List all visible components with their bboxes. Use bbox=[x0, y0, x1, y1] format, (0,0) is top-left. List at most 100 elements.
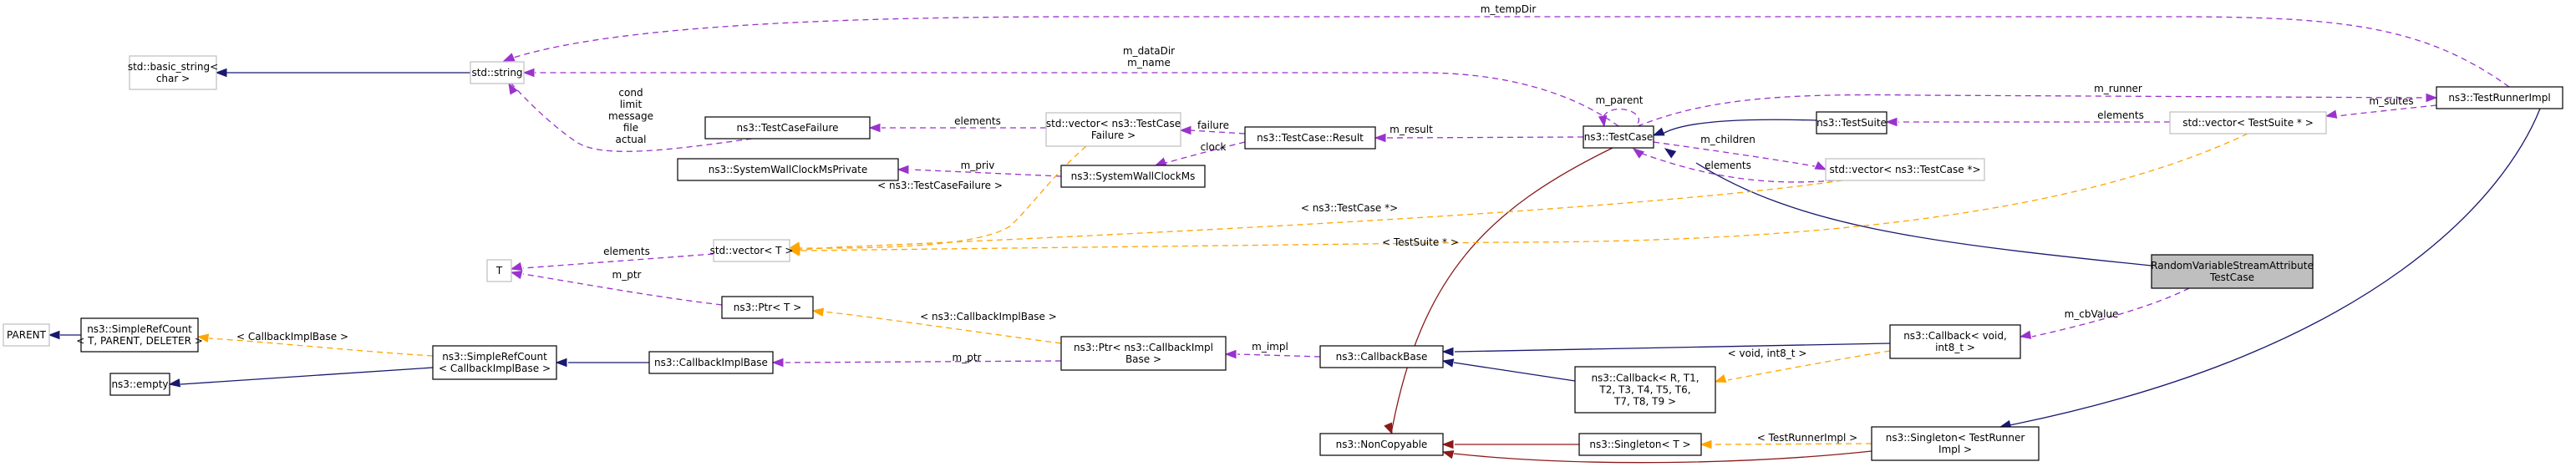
m-ptr-cib-edge bbox=[771, 358, 1062, 368]
arrowhead bbox=[168, 378, 181, 388]
class-node-ptr-t[interactable]: ns3::Ptr< T > bbox=[721, 296, 814, 319]
edge-line bbox=[180, 367, 434, 385]
edge-label-tmpl-tcf: < ns3::TestCaseFailure > bbox=[877, 180, 1003, 191]
class-node-vec-t[interactable]: std::vector< T > bbox=[710, 239, 794, 262]
class-node-testrunnerimpl[interactable]: ns3::TestRunnerImpl bbox=[2436, 86, 2563, 109]
arrowhead bbox=[1154, 157, 1167, 166]
edge-label-m-ptr-cib: m_ptr bbox=[953, 352, 982, 363]
arrowhead bbox=[522, 68, 535, 78]
edge-label-text: m_impl bbox=[1252, 341, 1288, 353]
m-parent-edge bbox=[1598, 108, 1640, 128]
class-node-result[interactable]: ns3::TestCase::Result bbox=[1244, 126, 1376, 150]
class-node-testsuite[interactable]: ns3::TestSuite bbox=[1816, 111, 1888, 134]
edge-label-m-suites: m_suites bbox=[2369, 95, 2413, 107]
edge-label-text: < TestSuite * > bbox=[1382, 236, 1459, 248]
class-node-t[interactable]: T bbox=[486, 259, 512, 282]
class-node-vec-tc[interactable]: std::vector< ns3::TestCase *> bbox=[1825, 158, 1985, 181]
arrowhead bbox=[2324, 109, 2338, 119]
class-node-basic-string[interactable]: std::basic_string<char > bbox=[128, 55, 218, 90]
class-node-syswallclock[interactable]: ns3::SystemWallClockMs bbox=[1060, 165, 1206, 188]
edge-line bbox=[1602, 108, 1640, 127]
class-node-simplerefcount-t[interactable]: ns3::SimpleRefCount< T, PARENT, DELETER … bbox=[76, 317, 203, 353]
class-node-testcasefailure[interactable]: ns3::TestCaseFailure bbox=[704, 116, 871, 140]
edge-label-tmpl-cib-src: < CallbackImplBase > bbox=[236, 331, 348, 343]
node-label: ns3::SystemWallClockMsPrivate bbox=[709, 164, 868, 175]
edge-label-tempdir: m_tempDir bbox=[1481, 3, 1537, 15]
arrowhead bbox=[1652, 127, 1665, 136]
arrowhead bbox=[510, 261, 523, 272]
edge-label-text: m_ptr bbox=[612, 269, 642, 281]
edge-line bbox=[1453, 362, 1576, 382]
class-node-vec-ts[interactable]: std::vector< TestSuite * > bbox=[2169, 111, 2327, 134]
node-label: ns3::SimpleRefCount bbox=[87, 323, 192, 335]
class-node-ptr-cib[interactable]: ns3::Ptr< ns3::CallbackImplBase > bbox=[1060, 336, 1227, 371]
arrowhead bbox=[1598, 114, 1608, 128]
edge-label-text: m_result bbox=[1390, 124, 1433, 135]
arrowhead bbox=[811, 307, 825, 317]
edge-label-text: cond bbox=[618, 87, 643, 99]
class-node-singleton-t[interactable]: ns3::Singleton< T > bbox=[1578, 433, 1702, 456]
edge-label-text: elements bbox=[2097, 109, 2144, 121]
arrowhead bbox=[502, 53, 516, 62]
class-node-callback-generic[interactable]: ns3::Callback< R, T1,T2, T3, T4, T5, T6,… bbox=[1574, 366, 1716, 414]
class-node-testcase[interactable]: ns3::TestCase bbox=[1583, 125, 1654, 149]
arrowhead bbox=[897, 165, 909, 175]
edge-label-text: m_tempDir bbox=[1481, 3, 1537, 15]
arrowhead bbox=[1664, 148, 1677, 159]
node-label: Failure > bbox=[1091, 129, 1136, 141]
class-node-singleton-tri[interactable]: ns3::Singleton< TestRunnerImpl > bbox=[1871, 426, 2040, 461]
class-node-parent[interactable]: PARENT bbox=[3, 323, 50, 347]
arrowhead bbox=[771, 358, 784, 368]
edge-label-datadir: m_dataDirm_name bbox=[1123, 45, 1175, 69]
node-label: std::basic_string< bbox=[128, 61, 218, 73]
class-node-callback-void[interactable]: ns3::Callback< void,int8_t > bbox=[1889, 324, 2021, 359]
arrowhead bbox=[2426, 93, 2438, 103]
edge-label-text: m_suites bbox=[2369, 95, 2413, 107]
node-label: T7, T8, T9 > bbox=[1613, 396, 1676, 408]
edge-label-text: < void, int8_t > bbox=[1728, 348, 1807, 359]
node-label: ns3::Ptr< ns3::CallbackImpl bbox=[1074, 342, 1213, 353]
edge-label-m-cbValue: m_cbValue bbox=[2065, 308, 2119, 320]
edge-label-m-priv: m_priv bbox=[961, 160, 995, 171]
edge-label-tmpl-ts: < TestSuite * > bbox=[1382, 236, 1459, 248]
arrowhead bbox=[1374, 133, 1386, 143]
string-to-basic-string bbox=[215, 68, 470, 78]
collaboration-diagram: std::basic_string<char > std::stringns3::… bbox=[3, 3, 2563, 464]
node-label: PARENT bbox=[7, 329, 47, 341]
class-node-noncopyable[interactable]: ns3::NonCopyable bbox=[1319, 433, 1444, 456]
edge-label-text: m_name bbox=[1127, 57, 1171, 69]
edge-line bbox=[505, 16, 2510, 88]
edge-line bbox=[1454, 343, 1891, 353]
arrowhead bbox=[555, 358, 567, 368]
class-node-empty[interactable]: ns3::empty bbox=[109, 373, 170, 396]
edge-label-text: elements bbox=[603, 246, 650, 257]
arrowhead bbox=[1441, 347, 1454, 357]
edge-label-text: message bbox=[608, 110, 653, 122]
node-label: < CallbackImplBase > bbox=[439, 363, 551, 374]
node-label: std::vector< ns3::TestCase *> bbox=[1829, 164, 1980, 175]
edge-label-elements-t: elements bbox=[603, 246, 650, 257]
edge-label-text: m_cbValue bbox=[2065, 308, 2119, 320]
edge-label-text: < ns3::TestCaseFailure > bbox=[877, 180, 1003, 191]
class-node-simplerefcount-cib[interactable]: ns3::SimpleRefCount< CallbackImplBase > bbox=[432, 345, 557, 380]
edge-label-elements-tc: elements bbox=[1705, 160, 1751, 171]
arrowhead bbox=[1714, 374, 1727, 383]
edge-label-text: elements bbox=[1705, 160, 1751, 171]
node-label: ns3::TestRunnerImpl bbox=[2448, 92, 2550, 104]
edge-label-m-impl: m_impl bbox=[1252, 341, 1288, 353]
class-node-focus[interactable]: RandomVariableStreamAttributeTestCase bbox=[2151, 254, 2314, 289]
edge-label-text: failure bbox=[1197, 119, 1229, 131]
node-label: ns3::Singleton< T > bbox=[1589, 439, 1690, 450]
node-label: < T, PARENT, DELETER > bbox=[76, 335, 203, 347]
class-node-syswallclockpriv[interactable]: ns3::SystemWallClockMsPrivate bbox=[677, 158, 899, 181]
edge-label-text: m_parent bbox=[1595, 94, 1643, 106]
m-suites-edge bbox=[2324, 104, 2437, 119]
arrowhead bbox=[1441, 358, 1455, 368]
class-node-string[interactable]: std::string bbox=[470, 61, 525, 84]
class-node-callbackimplbase[interactable]: ns3::CallbackImplBase bbox=[648, 351, 774, 374]
edge-label-clock: clock bbox=[1201, 141, 1227, 153]
tempdir-edge bbox=[502, 16, 2510, 88]
arrowhead bbox=[868, 123, 881, 133]
class-node-vec-tcf[interactable]: std::vector< ns3::TestCaseFailure > bbox=[1045, 112, 1181, 147]
class-node-callbackbase[interactable]: ns3::CallbackBase bbox=[1319, 345, 1444, 368]
